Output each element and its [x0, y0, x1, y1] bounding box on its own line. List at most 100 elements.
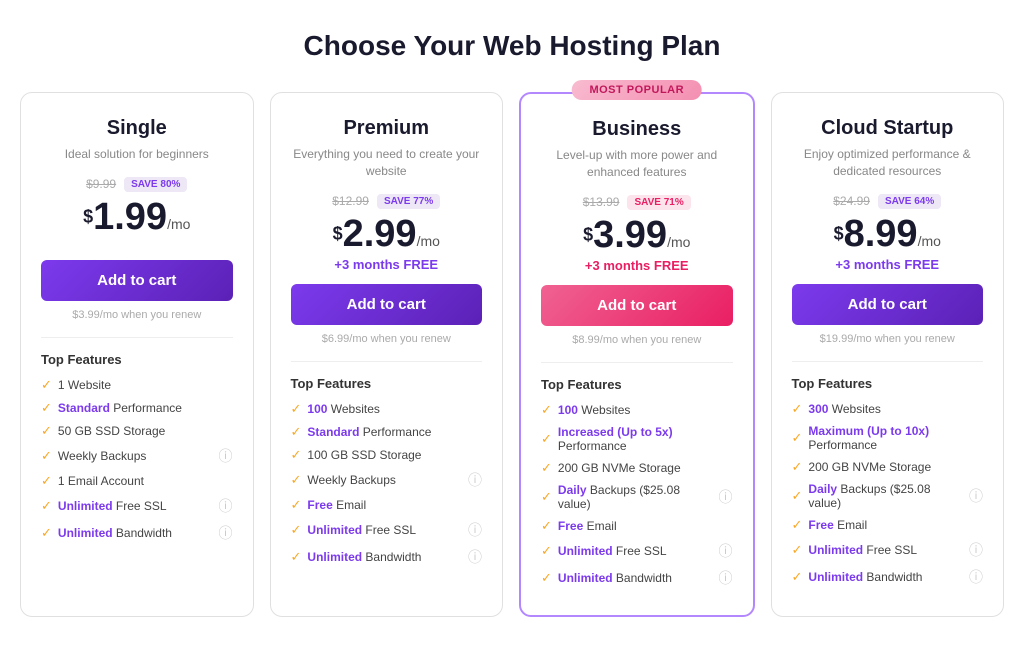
check-icon: ✓	[41, 400, 52, 416]
info-icon[interactable]: ⓘ	[719, 541, 733, 561]
feature-text: Daily Backups ($25.08 value)	[808, 482, 963, 510]
check-icon: ✓	[541, 489, 552, 505]
plan-card-single: Single Ideal solution for beginners $9.99…	[20, 92, 254, 617]
check-icon: ✓	[541, 402, 552, 418]
feature-list-premium: ✓ 100 Websites ✓ Standard Performance ✓ …	[291, 401, 483, 567]
check-icon: ✓	[41, 423, 52, 439]
feature-item: ✓ Unlimited Bandwidth ⓘ	[541, 568, 733, 588]
divider-premium	[291, 361, 483, 362]
feature-text: Unlimited Bandwidth	[808, 570, 963, 584]
save-badge-premium: SAVE 77%	[377, 194, 440, 209]
top-features-title-premium: Top Features	[291, 376, 483, 391]
check-icon: ✓	[541, 431, 552, 447]
feature-text: Unlimited Free SSL	[307, 523, 462, 537]
feature-item: ✓ Weekly Backups ⓘ	[291, 470, 483, 490]
feature-text: 50 GB SSD Storage	[58, 424, 233, 438]
renew-note-premium: $6.99/mo when you renew	[291, 333, 483, 345]
add-to-cart-btn-single[interactable]: Add to cart	[41, 260, 233, 301]
feature-item: ✓ Unlimited Free SSL ⓘ	[291, 520, 483, 540]
info-icon[interactable]: ⓘ	[219, 446, 233, 466]
add-to-cart-btn-cloud-startup[interactable]: Add to cart	[792, 284, 984, 325]
save-badge-single: SAVE 80%	[124, 177, 187, 192]
feature-item: ✓ 300 Websites	[792, 401, 984, 417]
check-icon: ✓	[291, 424, 302, 440]
feature-item: ✓ Daily Backups ($25.08 value) ⓘ	[792, 482, 984, 510]
most-popular-badge: MOST POPULAR	[571, 80, 702, 100]
check-icon: ✓	[541, 570, 552, 586]
feature-text: Free Email	[558, 519, 733, 533]
check-icon: ✓	[541, 460, 552, 476]
info-icon[interactable]: ⓘ	[219, 496, 233, 516]
feature-text: Maximum (Up to 10x) Performance	[808, 424, 983, 452]
check-icon: ✓	[41, 498, 52, 514]
info-icon[interactable]: ⓘ	[468, 520, 482, 540]
feature-text: Unlimited Bandwidth	[58, 526, 213, 540]
check-icon: ✓	[291, 447, 302, 463]
add-to-cart-btn-business[interactable]: Add to cart	[541, 285, 733, 326]
feature-text: Free Email	[808, 518, 983, 532]
feature-item: ✓ Daily Backups ($25.08 value) ⓘ	[541, 483, 733, 511]
feature-item: ✓ 1 Email Account	[41, 473, 233, 489]
feature-item: ✓ 1 Website	[41, 377, 233, 393]
feature-text: 1 Website	[58, 378, 233, 392]
check-icon: ✓	[291, 472, 302, 488]
info-icon[interactable]: ⓘ	[719, 487, 733, 507]
check-icon: ✓	[41, 448, 52, 464]
feature-item: ✓ Free Email	[792, 517, 984, 533]
info-icon[interactable]: ⓘ	[468, 470, 482, 490]
divider-business	[541, 362, 733, 363]
original-price-premium: $12.99	[332, 194, 369, 208]
check-icon: ✓	[792, 569, 803, 585]
plan-desc-cloud-startup: Enjoy optimized performance & dedicated …	[792, 146, 984, 180]
original-price-cloud-startup: $24.99	[833, 194, 870, 208]
check-icon: ✓	[41, 525, 52, 541]
plan-card-cloud-startup: Cloud Startup Enjoy optimized performance…	[771, 92, 1005, 617]
feature-text: Unlimited Bandwidth	[307, 550, 462, 564]
feature-item: ✓ 100 Websites	[291, 401, 483, 417]
feature-text: Weekly Backups	[307, 473, 462, 487]
check-icon: ✓	[291, 522, 302, 538]
top-features-title-single: Top Features	[41, 352, 233, 367]
info-icon[interactable]: ⓘ	[969, 540, 983, 560]
check-icon: ✓	[792, 459, 803, 475]
feature-item: ✓ Weekly Backups ⓘ	[41, 446, 233, 466]
feature-item: ✓ Unlimited Free SSL ⓘ	[541, 541, 733, 561]
check-icon: ✓	[541, 518, 552, 534]
feature-item: ✓ Maximum (Up to 10x) Performance	[792, 424, 984, 452]
save-badge-business: SAVE 71%	[627, 195, 690, 210]
add-to-cart-btn-premium[interactable]: Add to cart	[291, 284, 483, 325]
save-badge-cloud-startup: SAVE 64%	[878, 194, 941, 209]
feature-item: ✓ 100 GB SSD Storage	[291, 447, 483, 463]
main-price-single: $1.99/mo	[41, 198, 233, 236]
info-icon[interactable]: ⓘ	[719, 568, 733, 588]
free-months-business: +3 months FREE	[541, 258, 733, 273]
info-icon[interactable]: ⓘ	[969, 486, 983, 506]
plan-desc-business: Level-up with more power and enhanced fe…	[541, 147, 733, 181]
info-icon[interactable]: ⓘ	[219, 523, 233, 543]
info-icon[interactable]: ⓘ	[468, 547, 482, 567]
feature-text: Unlimited Free SSL	[558, 544, 713, 558]
check-icon: ✓	[792, 542, 803, 558]
feature-text: 200 GB NVMe Storage	[808, 460, 983, 474]
check-icon: ✓	[792, 488, 803, 504]
feature-item: ✓ Standard Performance	[41, 400, 233, 416]
feature-text: Standard Performance	[307, 425, 482, 439]
feature-text: Increased (Up to 5x) Performance	[558, 425, 733, 453]
feature-text: Unlimited Free SSL	[58, 499, 213, 513]
plans-container: Single Ideal solution for beginners $9.99…	[20, 92, 1004, 617]
feature-text: 100 Websites	[558, 403, 733, 417]
renew-note-business: $8.99/mo when you renew	[541, 334, 733, 346]
renew-note-single: $3.99/mo when you renew	[41, 309, 233, 321]
plan-desc-single: Ideal solution for beginners	[41, 146, 233, 163]
plan-card-business: MOST POPULARBusinessLevel-up with more p…	[519, 92, 755, 617]
plan-name-single: Single	[41, 117, 233, 140]
free-months-premium: +3 months FREE	[291, 257, 483, 272]
feature-item: ✓ Unlimited Free SSL ⓘ	[41, 496, 233, 516]
plan-name-cloud-startup: Cloud Startup	[792, 117, 984, 140]
price-row-single: $9.99 SAVE 80%	[41, 177, 233, 192]
feature-text: Unlimited Free SSL	[808, 543, 963, 557]
info-icon[interactable]: ⓘ	[969, 567, 983, 587]
check-icon: ✓	[792, 517, 803, 533]
plan-card-premium: PremiumEverything you need to create you…	[270, 92, 504, 617]
feature-text: Daily Backups ($25.08 value)	[558, 483, 713, 511]
